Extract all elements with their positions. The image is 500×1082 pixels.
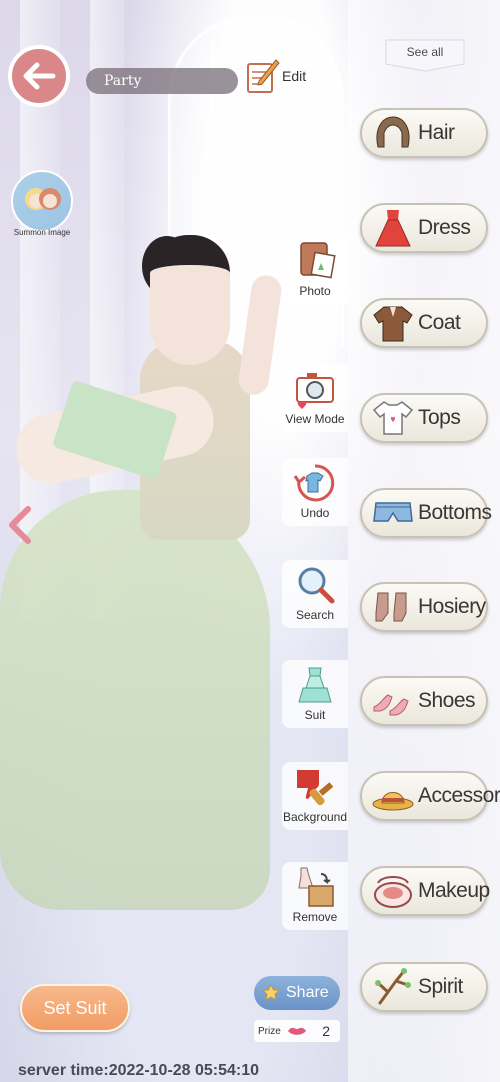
category-hair[interactable]: Hair (360, 108, 488, 158)
back-button[interactable] (8, 45, 70, 107)
summon-portrait-icon (11, 170, 73, 232)
undo-label: Undo (300, 506, 330, 520)
category-hosiery-label: Hosiery (418, 595, 486, 618)
outfit-name-field[interactable]: Party (86, 68, 238, 94)
category-spirit-label: Spirit (418, 975, 463, 998)
coat-icon (373, 306, 413, 342)
server-time: server time:2022-10-28 05:54:10 (18, 1062, 260, 1079)
background-label: Background (282, 810, 348, 824)
prize-count: 2 (322, 1023, 330, 1039)
star-icon (262, 984, 280, 1001)
category-shoes[interactable]: Shoes (360, 676, 488, 726)
category-coat-label: Coat (418, 311, 461, 334)
see-all-button[interactable]: See all (384, 38, 466, 72)
suit-button[interactable]: Suit (282, 660, 348, 728)
category-bottoms[interactable]: Bottoms (360, 488, 492, 538)
heels-icon (373, 694, 409, 716)
chevron-left-icon (9, 506, 31, 544)
hair-icon (376, 116, 410, 148)
shorts-icon (373, 502, 413, 522)
dressed-character[interactable] (0, 230, 300, 930)
view-mode-label: View Mode (285, 412, 345, 426)
back-arrow-icon (23, 62, 56, 90)
category-dress[interactable]: Dress (360, 203, 488, 253)
prize-label: Prize (258, 1025, 281, 1037)
category-makeup[interactable]: Makeup (360, 866, 490, 916)
hat-icon (372, 792, 414, 811)
photo-label: Photo (299, 284, 331, 298)
magnifier-icon (298, 567, 335, 604)
suit-dress-icon (298, 667, 332, 703)
remove-box-icon (298, 867, 334, 907)
suit-label: Suit (304, 708, 326, 722)
category-hosiery[interactable]: Hosiery (360, 582, 488, 632)
category-accessory[interactable]: Accessory (360, 771, 500, 821)
see-all-label: See all (406, 45, 444, 59)
previous-arrow-button[interactable] (6, 505, 36, 545)
view-mode-button[interactable]: View Mode (282, 364, 348, 432)
compact-icon (374, 876, 412, 908)
lips-icon (287, 1027, 306, 1035)
undo-button[interactable]: Undo (282, 458, 348, 526)
branch-icon (375, 968, 411, 1005)
remove-label: Remove (292, 910, 338, 924)
category-dress-label: Dress (418, 216, 471, 239)
background-button[interactable]: Background (282, 762, 348, 830)
summon-image-button[interactable]: Summon Image (10, 170, 74, 240)
set-suit-button[interactable]: Set Suit (20, 984, 130, 1032)
category-shoes-label: Shoes (418, 689, 476, 712)
prize-counter: Prize 2 (254, 1020, 340, 1042)
category-tops[interactable]: Tops (360, 393, 488, 443)
category-accessory-label: Accessory (418, 784, 500, 807)
search-label: Search (295, 608, 335, 622)
category-coat[interactable]: Coat (360, 298, 488, 348)
share-button[interactable]: Share (254, 976, 340, 1010)
search-button[interactable]: Search (282, 560, 348, 628)
category-spirit[interactable]: Spirit (360, 962, 488, 1012)
socks-icon (375, 592, 407, 622)
edit-label: Edit (282, 68, 307, 84)
category-tops-label: Tops (418, 406, 461, 429)
dress-icon (375, 210, 411, 247)
share-label: Share (286, 984, 329, 1001)
pencil-notepad-icon (247, 59, 280, 93)
category-bottoms-label: Bottoms (418, 501, 492, 524)
summon-image-label: Summon Image (13, 228, 71, 237)
remove-button[interactable]: Remove (282, 862, 348, 930)
camera-icon (296, 373, 334, 409)
paint-brush-icon (297, 770, 334, 806)
category-panel (348, 0, 500, 1082)
photo-album-icon (300, 242, 336, 279)
undo-shirt-icon (293, 464, 335, 502)
edit-button[interactable]: Edit (246, 56, 316, 96)
category-makeup-label: Makeup (418, 879, 490, 902)
photo-button[interactable]: Photo (282, 236, 348, 304)
tshirt-icon (372, 401, 414, 435)
category-hair-label: Hair (418, 121, 455, 144)
